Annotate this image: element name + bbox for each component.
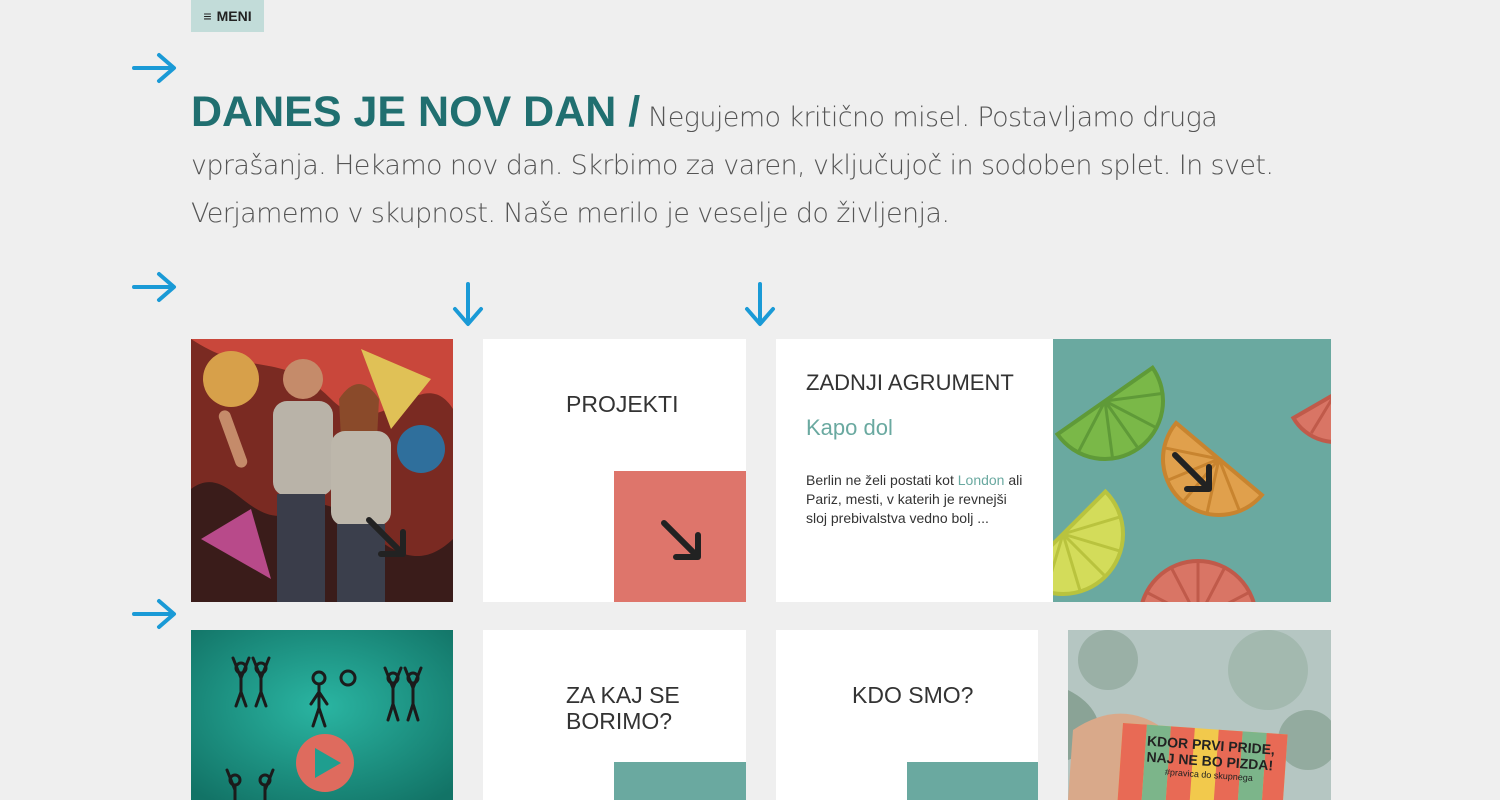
hamburger-icon: ≡ (203, 8, 212, 24)
menu-label: MENI (216, 8, 252, 24)
projekti-corner-block (614, 471, 746, 602)
arrow-down-right-icon (661, 520, 701, 560)
menu-button[interactable]: ≡ MENI (191, 0, 264, 32)
tile-za-kaj-se-borimo[interactable]: ZA KAJ SE BORIMO? (483, 630, 746, 800)
photo-tile-card[interactable]: KDOR PRVI PRIDE, NAJ NE BO PIZDA! #pravi… (1068, 630, 1331, 800)
photo-tile-team[interactable] (191, 339, 453, 602)
play-icon[interactable] (296, 733, 354, 791)
arrow-right-icon (132, 272, 176, 302)
london-link[interactable]: London (958, 472, 1005, 488)
article-section-title: ZADNJI AGRUMENT (806, 370, 1014, 395)
kdo-corner-block (907, 762, 1038, 800)
arrow-down-icon (453, 282, 483, 326)
arrow-right-icon (132, 599, 176, 629)
article-excerpt: Berlin ne želi postati kot London ali Pa… (806, 471, 1026, 528)
arrow-down-right-icon (366, 517, 406, 557)
tile-zadnji-agrument[interactable]: ZADNJI AGRUMENT Kapo dol Berlin ne želi … (776, 339, 1053, 602)
tile-borimo-title: ZA KAJ SE BORIMO? (566, 682, 680, 734)
borimo-corner-block (614, 762, 746, 800)
intro-paragraph: DANES JE NOV DAN / Negujemo kritično mis… (191, 88, 1321, 238)
team-photo-image (191, 339, 453, 602)
arrow-down-icon (745, 282, 775, 326)
article-title[interactable]: Kapo dol (806, 415, 893, 441)
tile-kdo-smo[interactable]: KDO SMO? (776, 630, 1038, 800)
tile-kdo-title: KDO SMO? (852, 682, 974, 708)
page-title: DANES JE NOV DAN / (191, 88, 641, 136)
video-tile[interactable] (191, 630, 453, 800)
tile-projekti-title: PROJEKTI (566, 391, 679, 417)
citrus-illustration-tile[interactable] (1053, 339, 1331, 602)
tile-projekti[interactable]: PROJEKTI (483, 339, 746, 602)
arrow-down-right-icon (1172, 452, 1212, 492)
arrow-right-icon (132, 53, 176, 83)
excerpt-text: Berlin ne želi postati kot (806, 472, 958, 488)
